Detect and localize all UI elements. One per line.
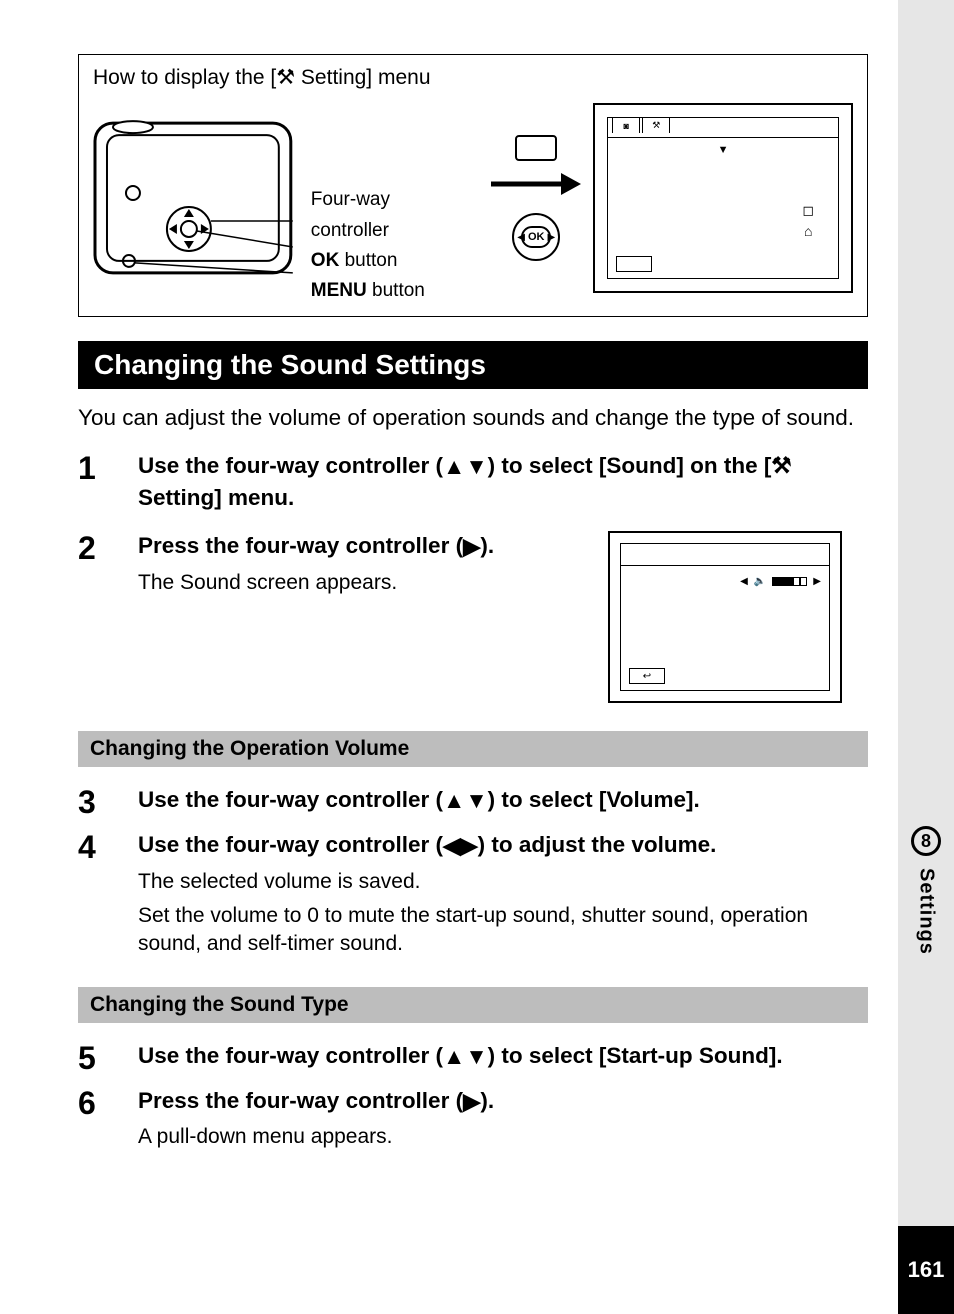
triangle-down-icon: ▼ [465, 1042, 487, 1072]
lcd-menu-illustration: ◙ ⚒ ▼ ◻ ⌂ [593, 103, 853, 293]
step-4: 4 Use the four-way controller (◀▶) to ad… [78, 830, 868, 958]
speaker-icon: 🔈 [754, 576, 766, 587]
step-6-sub: A pull-down menu appears. [138, 1123, 868, 1151]
tab-tools-icon: ⚒ [642, 117, 670, 133]
label-menu: MENU button [311, 276, 473, 306]
triangle-up-icon: ▲ [443, 786, 465, 816]
chapter-indicator: 8 Settings [898, 826, 954, 955]
step-3: 3 Use the four-way controller (▲▼) to se… [78, 785, 868, 820]
triangle-right-icon: ▶ [460, 831, 477, 861]
step-2: 2 ◀ 🔈 ▶ [78, 531, 868, 703]
triangle-right-icon: ▶ [548, 232, 556, 243]
step-6: 6 Press the four-way controller (▶). A p… [78, 1086, 868, 1152]
label-ok: OK button [311, 246, 473, 276]
sound-screen-illustration: ◀ 🔈 ▶ ↩ [608, 531, 842, 703]
page-number-tab: 161 [898, 1226, 954, 1314]
step-number: 6 [78, 1086, 112, 1152]
step-3-text: Use the four-way controller (▲▼) to sele… [138, 785, 868, 816]
step-4-sub1: The selected volume is saved. [138, 868, 868, 896]
screen-footer-box [616, 256, 652, 272]
triangle-left-icon: ◀ [517, 232, 525, 243]
step-number: 2 [78, 531, 112, 703]
step-1: 1 Use the four-way controller (▲▼) to se… [78, 451, 868, 513]
tools-icon: ⚒ [771, 453, 791, 478]
howto-title: How to display the [⚒ Setting] menu [93, 65, 853, 90]
triangle-down-icon: ▼ [465, 786, 487, 816]
triangle-down-icon: ▼ [718, 144, 729, 156]
triangle-right-icon: ▶ [813, 576, 821, 587]
triangle-right-icon: ▶ [463, 532, 480, 562]
howto-box: How to display the [⚒ Setting] menu [78, 54, 868, 317]
howto-title-post: Setting] menu [295, 66, 430, 89]
triangle-down-icon: ▼ [465, 452, 487, 482]
back-icon: ↩ [629, 668, 665, 684]
subsection-bar-volume: Changing the Operation Volume [78, 731, 868, 767]
step-number: 4 [78, 830, 112, 958]
menu-button-graphic [515, 135, 557, 161]
step-number: 5 [78, 1041, 112, 1076]
triangle-left-icon: ◀ [740, 576, 748, 587]
step-5-text: Use the four-way controller (▲▼) to sele… [138, 1041, 868, 1072]
step-number: 3 [78, 785, 112, 820]
step-6-text: Press the four-way controller (▶). [138, 1086, 868, 1117]
right-gutter [898, 0, 954, 1314]
label-fourway: Four-way controller [311, 185, 473, 246]
step-1-text: Use the four-way controller (▲▼) to sele… [138, 451, 868, 513]
section-intro: You can adjust the volume of operation s… [78, 403, 868, 433]
square-icon: ◻ [802, 200, 814, 221]
howto-title-pre: How to display the [ [93, 66, 276, 89]
triangle-up-icon: ▲ [443, 1042, 465, 1072]
step-4-sub2: Set the volume to 0 to mute the start-up… [138, 902, 868, 959]
chapter-number-badge: 8 [911, 826, 941, 856]
home-icon: ⌂ [802, 221, 814, 242]
arrow-right-icon [491, 171, 581, 203]
camera-labels: Four-way controller OK button MENU butto… [311, 89, 473, 307]
triangle-right-icon: ▶ [463, 1087, 480, 1117]
tools-icon: ⚒ [276, 66, 295, 89]
tab-camera-icon: ◙ [612, 117, 640, 133]
triangle-up-icon: ▲ [443, 452, 465, 482]
chapter-label: Settings [915, 868, 938, 955]
section-title: Changing the Sound Settings [78, 341, 868, 389]
step-number: 1 [78, 451, 112, 513]
step-5: 5 Use the four-way controller (▲▼) to se… [78, 1041, 868, 1076]
camera-illustration [93, 113, 293, 283]
triangle-left-icon: ◀ [443, 831, 460, 861]
subsection-bar-soundtype: Changing the Sound Type [78, 987, 868, 1023]
volume-bar [772, 577, 807, 586]
step-4-text: Use the four-way controller (◀▶) to adju… [138, 830, 868, 861]
ok-button-graphic: ◀ ▶ OK [512, 213, 560, 261]
